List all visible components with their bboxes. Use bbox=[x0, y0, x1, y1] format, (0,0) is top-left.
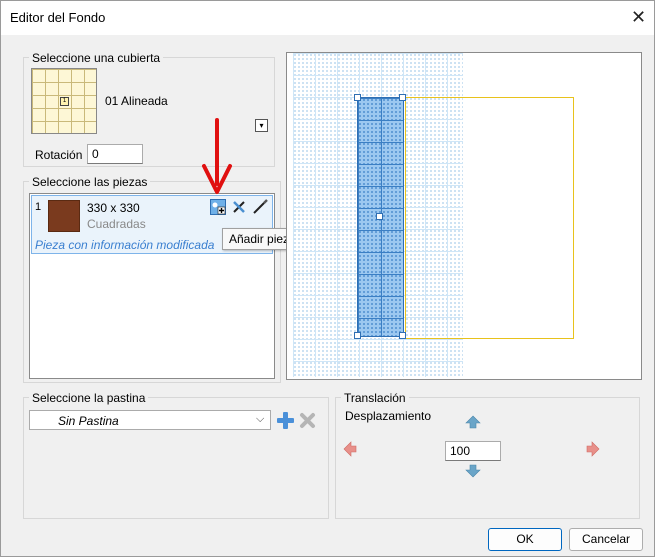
piece-index: 1 bbox=[35, 201, 42, 213]
arrow-left-icon[interactable] bbox=[343, 441, 357, 457]
pieces-legend: Seleccione las piezas bbox=[29, 175, 151, 189]
arrow-right-icon[interactable] bbox=[586, 441, 600, 457]
deck-dropdown-icon[interactable]: ▾ bbox=[255, 119, 268, 132]
edit-piece-icon[interactable] bbox=[252, 199, 268, 215]
pieces-list[interactable]: 1 330 x 330 Cuadradas Pieza con informac… bbox=[29, 193, 275, 379]
deck-legend: Seleccione una cubierta bbox=[29, 51, 164, 65]
ok-button[interactable]: OK bbox=[488, 528, 562, 551]
resize-handle[interactable] bbox=[399, 94, 406, 101]
resize-handle[interactable] bbox=[399, 332, 406, 339]
cancel-button[interactable]: Cancelar bbox=[569, 528, 643, 551]
close-icon[interactable]: ✕ bbox=[631, 7, 646, 28]
piece-tile-thumbnail bbox=[48, 200, 80, 232]
translation-legend: Translación bbox=[341, 391, 409, 405]
resize-handle[interactable] bbox=[354, 94, 361, 101]
grout-select[interactable]: Sin Pastina ⌵ bbox=[29, 410, 271, 430]
resize-handle[interactable] bbox=[376, 213, 383, 220]
arrow-up-icon[interactable] bbox=[465, 415, 481, 429]
rotation-label: Rotación bbox=[35, 148, 83, 162]
resize-handle[interactable] bbox=[354, 332, 361, 339]
add-grout-icon[interactable] bbox=[276, 411, 295, 430]
annotation-arrow bbox=[201, 118, 233, 196]
arrow-down-icon[interactable] bbox=[465, 464, 481, 478]
dialog-window: Editor del Fondo ✕ Seleccione una cubier… bbox=[0, 0, 655, 557]
window-title: Editor del Fondo bbox=[10, 10, 106, 25]
chevron-down-icon: ⌵ bbox=[256, 413, 265, 425]
layout-frame bbox=[405, 97, 574, 339]
title-bar: Editor del Fondo ✕ bbox=[1, 1, 654, 35]
delete-grout-icon[interactable] bbox=[299, 412, 316, 429]
grout-legend: Seleccione la pastina bbox=[29, 391, 149, 405]
piece-note: Pieza con información modificada bbox=[35, 238, 215, 252]
offset-input[interactable]: 100 bbox=[445, 441, 501, 461]
preview-canvas[interactable] bbox=[286, 52, 642, 380]
piece-size: 330 x 330 bbox=[87, 201, 140, 215]
deck-origin-marker: 1 bbox=[60, 97, 69, 106]
deck-thumbnail[interactable]: 1 bbox=[31, 68, 97, 134]
piece-type: Cuadradas bbox=[87, 217, 146, 231]
rotation-input[interactable]: 0 bbox=[87, 144, 143, 164]
add-to-library-icon[interactable] bbox=[210, 199, 226, 215]
offset-label: Desplazamiento bbox=[345, 409, 432, 423]
remove-piece-icon[interactable] bbox=[231, 199, 247, 215]
deck-name: 01 Alineada bbox=[105, 94, 168, 108]
